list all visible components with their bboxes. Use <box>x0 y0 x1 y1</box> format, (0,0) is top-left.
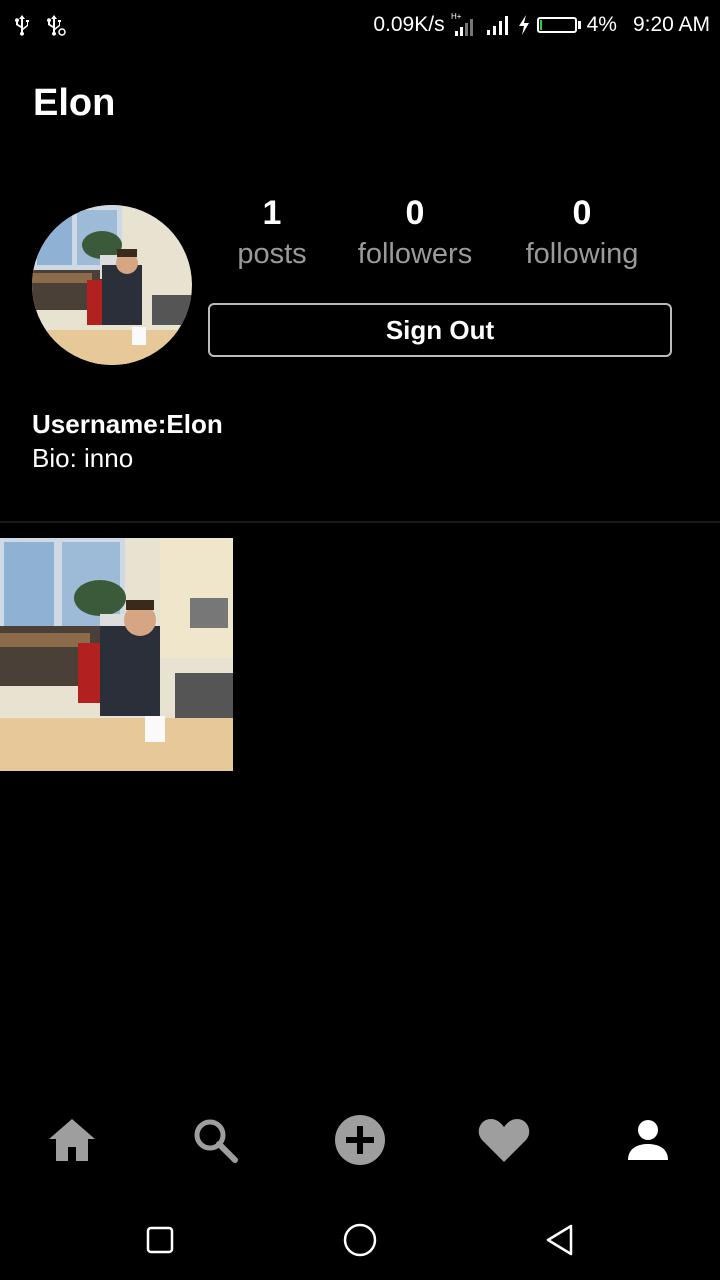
usb-debug-icon <box>44 14 66 36</box>
add-icon <box>335 1115 385 1165</box>
usb-icon <box>12 14 32 36</box>
profile-stats: 1 posts 0 followers 0 following <box>208 192 672 282</box>
heart-icon <box>478 1119 530 1162</box>
nav-profile[interactable] <box>618 1110 678 1170</box>
stat-followers[interactable]: 0 followers <box>358 192 472 274</box>
stat-value: 0 <box>405 194 425 232</box>
system-nav-bar <box>0 1200 720 1280</box>
avatar-office-photo <box>32 205 192 365</box>
recents-button[interactable] <box>140 1220 180 1260</box>
status-bar: 0.09K/s H+ 4% 9:20 AM <box>0 0 720 50</box>
stat-value: 1 <box>262 194 282 232</box>
recents-icon <box>146 1226 174 1254</box>
back-icon <box>546 1224 573 1256</box>
charging-icon <box>517 14 531 36</box>
bio-line: Bio: inno <box>32 443 134 473</box>
bio-section: Username:Elon Bio: inno <box>32 407 223 475</box>
bottom-nav <box>0 1100 720 1180</box>
nav-activity[interactable] <box>474 1110 534 1170</box>
back-button[interactable] <box>540 1220 580 1260</box>
stat-label: following <box>525 238 639 270</box>
signal-h-plus-icon: H+ <box>451 11 479 39</box>
sign-out-button[interactable]: Sign Out <box>208 303 672 357</box>
nav-search[interactable] <box>185 1110 245 1170</box>
signal-icon <box>485 13 511 37</box>
battery-percent: 4% <box>586 13 617 36</box>
clock: 9:20 AM <box>632 13 710 36</box>
stat-following[interactable]: 0 following <box>526 192 639 274</box>
stat-value: 0 <box>572 194 592 232</box>
battery-icon <box>536 17 581 33</box>
stat-label: followers <box>357 238 473 270</box>
home-circle-icon <box>343 1223 377 1257</box>
nav-add[interactable] <box>330 1110 390 1170</box>
search-icon <box>194 1119 238 1163</box>
post-thumbnail[interactable] <box>0 538 233 771</box>
stat-label: posts <box>237 238 307 270</box>
svg-text:H+: H+ <box>451 12 462 21</box>
profile-title: Elon <box>33 82 116 124</box>
home-icon <box>49 1119 95 1161</box>
avatar[interactable] <box>32 205 192 365</box>
home-button[interactable] <box>340 1220 380 1260</box>
stat-posts[interactable]: 1 posts <box>237 192 306 274</box>
post-office-photo <box>0 538 233 771</box>
net-speed: 0.09K/s <box>373 13 445 36</box>
username-line: Username:Elon <box>32 409 223 439</box>
divider <box>0 521 720 523</box>
person-icon <box>628 1120 668 1160</box>
nav-home[interactable] <box>42 1110 102 1170</box>
